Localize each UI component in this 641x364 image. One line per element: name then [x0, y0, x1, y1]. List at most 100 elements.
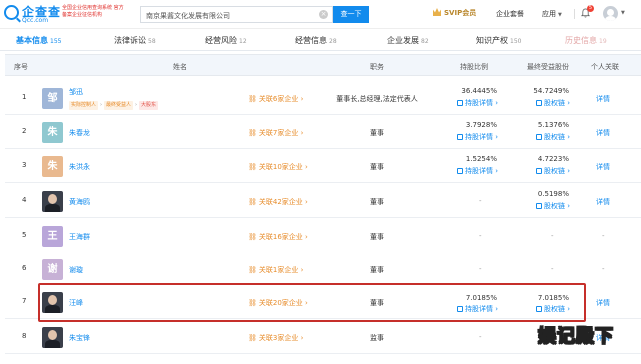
role-text: 监事 — [370, 334, 384, 342]
chart-icon — [457, 100, 463, 106]
nav-apps[interactable]: 应用 ▼ — [542, 9, 562, 19]
search-input[interactable]: 南京果酱文化发展有限公司 × — [140, 6, 333, 23]
hold-detail-link[interactable]: 持股详情 › — [457, 98, 498, 108]
crown-icon — [433, 8, 441, 16]
equity-chain-link[interactable]: 股权链 › — [536, 166, 570, 176]
person-name-link[interactable]: 谢璇 — [69, 265, 83, 275]
benefit-pct: - — [551, 265, 554, 273]
row-seq: 6 — [22, 264, 27, 272]
tab-history[interactable]: 历史信息 19 — [565, 35, 607, 46]
tab-risk[interactable]: 经营风险 12 — [205, 35, 247, 46]
related-companies-link[interactable]: ⛓ 关联7家企业 › — [248, 128, 303, 138]
related-label: 关联1家企业 — [258, 266, 299, 274]
person-avatar[interactable]: 王 — [42, 226, 63, 247]
hold-detail-link[interactable]: 持股详情 › — [457, 166, 498, 176]
person-avatar[interactable]: 邹 — [42, 88, 63, 109]
notification-badge: 5 — [587, 5, 594, 12]
person-avatar[interactable]: 谢 — [42, 259, 63, 280]
tab-ip[interactable]: 知识产权 150 — [476, 35, 521, 46]
nav-enterprise-package[interactable]: 企业套餐 — [496, 9, 524, 19]
equity-chain-link[interactable]: 股权链 › — [536, 132, 570, 142]
tag-arrow-icon: › — [135, 102, 138, 108]
tab-count: 155 — [50, 38, 62, 45]
benefit-link-label: 股权链 — [544, 202, 565, 210]
tab-bar: 基本信息 155 法律诉讼 58 经营风险 12 经营信息 28 企业发展 82 知识产权… — [0, 29, 641, 51]
related-companies-link[interactable]: ⛓ 关联10家企业 › — [248, 162, 308, 172]
row-seq: 8 — [22, 332, 27, 340]
benefit-pct: 7.0185% — [537, 294, 569, 302]
svip-link[interactable]: SVIP会员 — [433, 8, 476, 20]
person-name-link[interactable]: 王海群 — [69, 232, 90, 242]
chevron-right-icon: › — [305, 233, 308, 241]
search-value: 南京果酱文化发展有限公司 — [146, 12, 230, 20]
detail-link[interactable]: 详情 — [596, 298, 610, 308]
role-text: 董事长,总经理,法定代表人 — [336, 95, 418, 103]
chevron-right-icon: › — [567, 202, 571, 210]
chevron-right-icon: › — [495, 133, 499, 141]
hold-pct: 7.0185% — [465, 294, 497, 302]
related-companies-link[interactable]: ⛓ 关联20家企业 › — [248, 298, 308, 308]
equity-chain-link[interactable]: 股权链 › — [536, 98, 570, 108]
table-row: 5 王王海群 ⛓ 关联16家企业 › 董事 - - - — [5, 219, 641, 253]
hold-link-label: 持股详情 — [465, 99, 493, 107]
role-tag[interactable]: 实际控制人 — [69, 101, 99, 110]
header-seq: 序号 — [14, 63, 28, 71]
header-role: 职务 — [370, 63, 384, 71]
caret-down-icon[interactable]: ▼ — [621, 10, 625, 16]
person-photo-avatar[interactable] — [42, 292, 63, 313]
hold-detail-link[interactable]: 持股详情 › — [457, 304, 498, 314]
table-row: 2 朱朱春龙 ⛓ 关联7家企业 › 董事 3.7928% 持股详情 › 5.1376% 股权链 … — [5, 115, 641, 149]
role-text: 董事 — [370, 129, 384, 137]
tab-business[interactable]: 经营信息 28 — [295, 35, 337, 46]
chevron-right-icon: › — [305, 299, 308, 307]
person-avatar[interactable]: 朱 — [42, 122, 63, 143]
qcc-logo[interactable]: 企查查 Qcc.com — [4, 3, 66, 26]
person-name-link[interactable]: 朱春龙 — [69, 128, 90, 138]
person-name-link[interactable]: 汪峰 — [69, 298, 83, 308]
related-label: 关联42家企业 — [258, 198, 303, 206]
person-photo-avatar[interactable] — [42, 327, 63, 348]
related-companies-link[interactable]: ⛓ 关联16家企业 › — [248, 232, 308, 242]
tab-development[interactable]: 企业发展 82 — [387, 35, 429, 46]
tab-count: 82 — [421, 38, 429, 45]
equity-chain-link[interactable]: 股权链 › — [536, 201, 570, 211]
related-companies-link[interactable]: ⛓ 关联1家企业 › — [248, 265, 303, 275]
role-tag[interactable]: 最终受益人 — [104, 101, 134, 110]
tab-legal[interactable]: 法律诉讼 58 — [114, 35, 156, 46]
person-name-link[interactable]: 朱宝锋 — [69, 333, 90, 343]
person-name-link[interactable]: 朱洪永 — [69, 162, 90, 172]
role-text: 董事 — [370, 299, 384, 307]
related-companies-link[interactable]: ⛓ 关联3家企业 › — [248, 333, 303, 343]
detail-link[interactable]: 详情 — [596, 197, 610, 207]
benefit-link-label: 股权链 — [544, 305, 565, 313]
related-companies-link[interactable]: ⛓ 关联42家企业 › — [248, 197, 308, 207]
person-name-link[interactable]: 黄海鸥 — [69, 197, 90, 207]
search-button[interactable]: 查一下 — [333, 6, 369, 23]
chevron-right-icon: › — [300, 334, 304, 342]
role-tag[interactable]: 大股东 — [139, 101, 159, 110]
benefit-pct: 0.5198% — [537, 190, 569, 198]
chevron-right-icon: › — [305, 163, 308, 171]
tab-count: 28 — [329, 38, 337, 45]
detail-link[interactable]: 详情 — [596, 162, 610, 172]
chevron-right-icon: › — [300, 95, 304, 103]
detail-link[interactable]: 详情 — [596, 128, 610, 138]
related-companies-link[interactable]: ⛓ 关联6家企业 › — [248, 94, 303, 104]
person-name-link[interactable]: 邹迅 — [69, 87, 83, 97]
person-avatar[interactable]: 朱 — [42, 156, 63, 177]
chevron-right-icon: › — [495, 305, 499, 313]
chain-icon — [536, 100, 542, 106]
row-seq: 5 — [22, 231, 27, 239]
equity-chain-link[interactable]: 股权链 › — [536, 304, 570, 314]
table-row: 4 黄海鸥 ⛓ 关联42家企业 › 董事 - 0.5198% 股权链 › 详情 — [5, 184, 641, 218]
related-label: 关联20家企业 — [258, 299, 303, 307]
hold-detail-link[interactable]: 持股详情 › — [457, 132, 498, 142]
person-photo-avatar[interactable] — [42, 191, 63, 212]
user-avatar[interactable] — [603, 6, 618, 21]
tab-basic-info[interactable]: 基本信息 155 — [16, 35, 61, 46]
table-row: 1 邹邹迅 实际控制人 › 最终受益人 › 大股东 ⛓ 关联6家企业 › 董事长,总经理,法定代表… — [5, 81, 641, 115]
detail-link[interactable]: 详情 — [596, 94, 610, 104]
bell-icon[interactable]: 5 — [580, 5, 594, 18]
benefit-link-label: 股权链 — [544, 99, 565, 107]
clear-icon[interactable]: × — [319, 10, 328, 19]
